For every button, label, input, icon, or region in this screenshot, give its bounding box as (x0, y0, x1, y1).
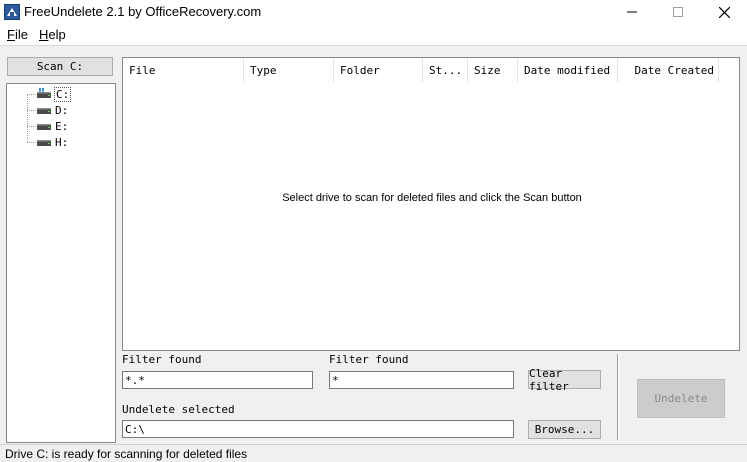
status-text: Drive C: is ready for scanning for delet… (5, 447, 248, 461)
column-header-type[interactable]: Type (244, 58, 334, 82)
column-header-date-modified[interactable]: Date modified (518, 58, 618, 82)
tree-branch (27, 141, 36, 143)
drive-item-d[interactable]: D: (27, 102, 107, 118)
column-header-file[interactable]: File (123, 58, 244, 82)
close-icon (718, 6, 730, 18)
drive-item-c[interactable]: C: (27, 86, 107, 102)
drive-label: C: (53, 86, 72, 102)
drive-c-icon (37, 88, 51, 98)
filter-found-label-2: Filter found (329, 353, 409, 366)
drive-label: H: (55, 135, 69, 149)
tree-branch (27, 109, 36, 111)
empty-list-message: Select drive to scan for deleted files a… (282, 192, 582, 204)
menu-help[interactable]: Help (39, 27, 66, 42)
scan-button[interactable]: Scan C: (7, 57, 113, 76)
tree-branch (27, 125, 36, 127)
file-list[interactable]: File Type Folder St... Size Date modifie… (122, 57, 740, 351)
drive-label: D: (55, 103, 69, 117)
clear-filter-button[interactable]: Clear filter (528, 367, 601, 393)
drive-d-icon (37, 108, 51, 114)
app-icon (4, 4, 20, 20)
drive-tree[interactable]: C: D: E: H: (6, 83, 116, 443)
undelete-button[interactable]: Undelete (637, 379, 725, 418)
minimize-icon (627, 11, 637, 13)
maximize-button[interactable] (655, 0, 701, 24)
column-header-folder[interactable]: Folder (334, 58, 423, 82)
tree-branch (27, 93, 36, 95)
window-title: FreeUndelete 2.1 by OfficeRecovery.com (24, 4, 262, 19)
status-bar: Drive C: is ready for scanning for delet… (0, 444, 747, 462)
maximize-icon (673, 7, 683, 17)
drive-e-icon (37, 124, 51, 130)
browse-button[interactable]: Browse... (528, 420, 601, 439)
menu-bar: File Help (0, 24, 747, 46)
minimize-button[interactable] (609, 0, 655, 24)
drive-item-e[interactable]: E: (27, 118, 107, 134)
filter-found-label: Filter found (122, 353, 202, 366)
column-header-status[interactable]: St... (423, 58, 468, 82)
filter-pattern-field[interactable]: * (329, 371, 514, 389)
drive-h-icon (37, 140, 51, 146)
menu-file[interactable]: File (7, 27, 28, 42)
drive-item-h[interactable]: H: (27, 134, 107, 150)
close-button[interactable] (701, 0, 747, 24)
column-header-size[interactable]: Size (468, 58, 518, 82)
destination-path-field[interactable]: C:\ (122, 420, 514, 438)
vertical-divider (617, 354, 619, 440)
filter-name-field[interactable]: *.* (122, 371, 313, 389)
column-header-date-created[interactable]: Date Created (618, 58, 719, 82)
list-header: File Type Folder St... Size Date modifie… (123, 58, 739, 82)
undelete-selected-label: Undelete selected (122, 403, 235, 416)
title-bar: FreeUndelete 2.1 by OfficeRecovery.com (0, 0, 747, 24)
drive-label: E: (55, 119, 69, 133)
